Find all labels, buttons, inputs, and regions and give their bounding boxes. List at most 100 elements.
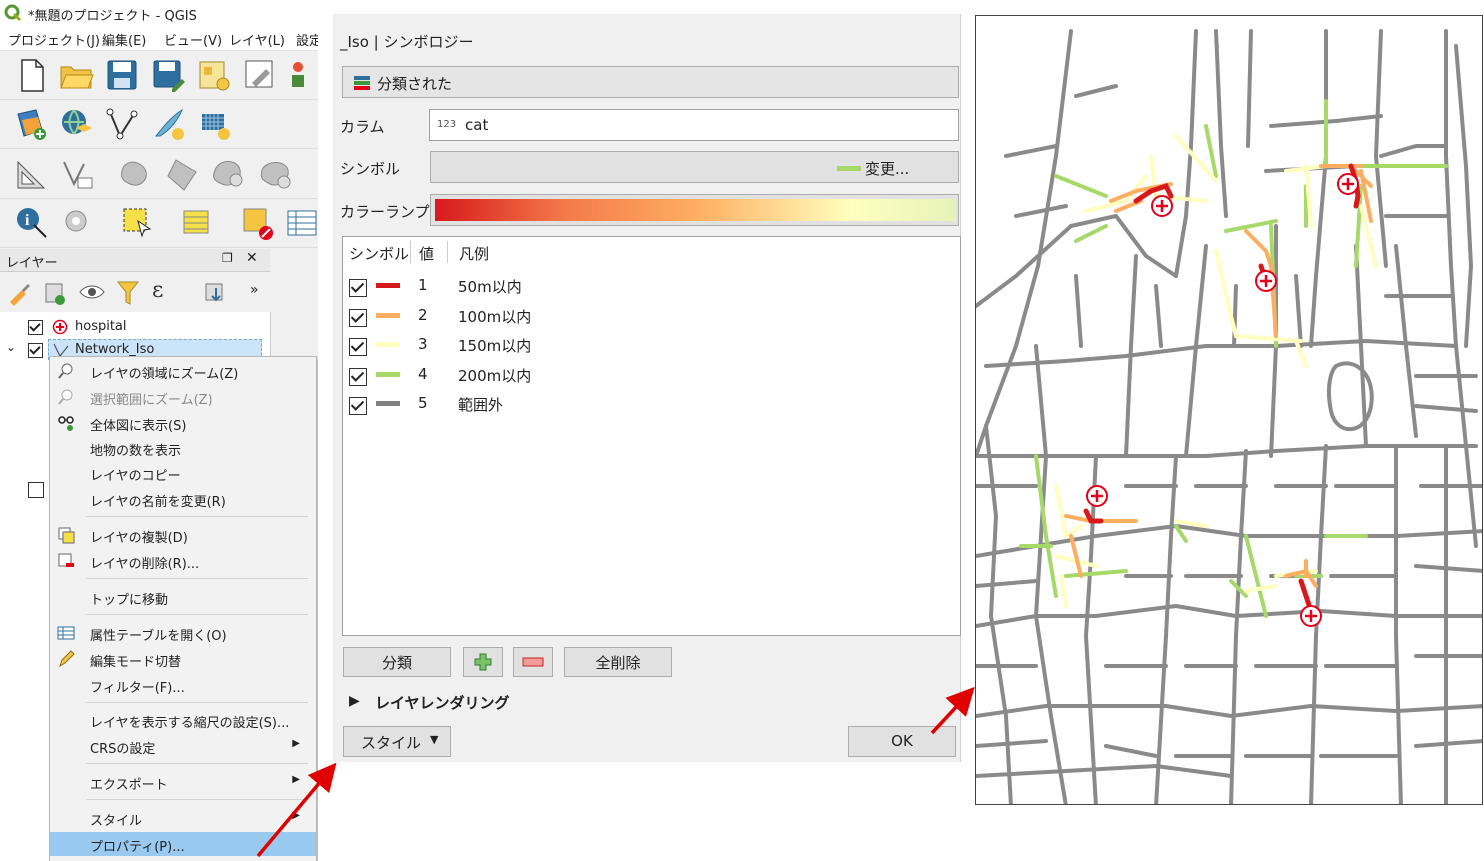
remove-class-button[interactable]: [513, 647, 553, 677]
save-project-icon[interactable]: [104, 57, 140, 93]
add-group-icon[interactable]: [42, 278, 68, 306]
menu-edit[interactable]: 編集(E): [102, 30, 146, 49]
expand-all-icon[interactable]: [202, 280, 228, 306]
style-dropdown-button[interactable]: スタイル ▼: [343, 726, 451, 757]
class-visibility-checkbox[interactable]: [349, 279, 367, 297]
more-tools-icon[interactable]: »: [250, 282, 259, 298]
add-raster-icon[interactable]: [196, 106, 232, 142]
menu-layer[interactable]: レイヤ(L): [229, 30, 285, 49]
menu-copy-layer[interactable]: レイヤのコピー: [50, 461, 316, 485]
class-row[interactable]: 1 50m以内: [343, 271, 960, 301]
layer-visibility-checkbox[interactable]: [28, 343, 43, 358]
class-value: 1: [418, 276, 428, 294]
processing-4-icon[interactable]: [258, 156, 294, 192]
expression-filter-icon[interactable]: ε: [152, 278, 163, 303]
header-value[interactable]: 値: [419, 243, 434, 264]
action-icon[interactable]: [60, 205, 96, 241]
select-icon[interactable]: [120, 205, 156, 241]
visibility-eye-icon[interactable]: [78, 280, 106, 304]
collapse-chevron-icon[interactable]: ⌄: [6, 340, 16, 354]
open-table-icon[interactable]: [284, 205, 318, 241]
open-project-icon[interactable]: [58, 57, 94, 93]
menu-zoom-to-layer[interactable]: レイヤの領域にズーム(Z): [50, 359, 316, 383]
add-wms-icon[interactable]: [58, 106, 94, 142]
class-visibility-checkbox[interactable]: [349, 397, 367, 415]
layer-visibility-checkbox[interactable]: [28, 320, 43, 335]
map-canvas[interactable]: [975, 15, 1483, 805]
color-ramp-button[interactable]: [430, 194, 959, 226]
menu-set-scale-visibility[interactable]: レイヤを表示する縮尺の設定(S)...: [50, 708, 316, 732]
measure-icon[interactable]: [14, 156, 50, 192]
menu-item-label: フィルター(F)...: [90, 681, 185, 696]
column-select[interactable]: 123 cat: [429, 109, 959, 141]
classify-button[interactable]: 分類: [343, 647, 451, 677]
submenu-arrow-icon: ▶: [292, 810, 300, 821]
hospital-marker-icon: [1086, 485, 1108, 507]
renderer-label: 分類された: [377, 75, 453, 93]
menu-remove-layer[interactable]: レイヤの削除(R)...: [50, 549, 316, 573]
renderer-dropdown[interactable]: 分類された: [342, 66, 959, 98]
menu-settings[interactable]: 設定: [296, 30, 318, 49]
window-title: *無題のプロジェクト - QGIS: [28, 9, 197, 24]
class-row[interactable]: 3 150m以内: [343, 330, 960, 360]
menu-style[interactable]: スタイル ▶: [50, 806, 316, 830]
attribute-table-icon: [57, 626, 75, 640]
menu-export[interactable]: エクスポート ▶: [50, 770, 316, 794]
class-row[interactable]: 4 200m以内: [343, 360, 960, 390]
processing-2-icon[interactable]: [166, 156, 202, 192]
class-visibility-checkbox[interactable]: [349, 309, 367, 327]
filter-icon[interactable]: [116, 280, 140, 306]
digitize-icon[interactable]: [150, 106, 186, 142]
python-icon[interactable]: [286, 57, 318, 93]
classify-label: 分類: [381, 654, 412, 672]
class-visibility-checkbox[interactable]: [349, 368, 367, 386]
symbol-change-button[interactable]: 変更...: [430, 151, 959, 183]
processing-3-icon[interactable]: [212, 156, 248, 192]
style-brush-icon[interactable]: [6, 280, 32, 306]
menu-project[interactable]: プロジェクト(J): [8, 30, 100, 49]
layer-row-hospital[interactable]: hospital: [0, 316, 270, 338]
class-visibility-checkbox[interactable]: [349, 338, 367, 356]
menu-item-label: 地物の数を表示: [90, 444, 182, 459]
menu-rename-layer[interactable]: レイヤの名前を変更(R): [50, 487, 316, 511]
menu-separator: [86, 799, 308, 800]
add-class-button[interactable]: [463, 647, 503, 677]
class-row[interactable]: 2 100m以内: [343, 301, 960, 331]
header-symbol[interactable]: シンボル: [349, 243, 409, 264]
unlabeled-checkbox[interactable]: [28, 482, 44, 498]
hospital-marker-icon: [1151, 195, 1173, 217]
style-manager-icon[interactable]: [242, 57, 278, 93]
layer-rendering-section[interactable]: ▶ レイヤレンダリング: [347, 692, 597, 714]
menu-show-feature-count[interactable]: 地物の数を表示: [50, 436, 316, 460]
processing-1-icon[interactable]: [120, 156, 156, 192]
remove-layer-icon: [58, 553, 74, 567]
menu-properties[interactable]: プロパティ(P)...: [50, 832, 316, 856]
menu-filter[interactable]: フィルター(F)...: [50, 673, 316, 697]
menu-toggle-editing[interactable]: 編集モード切替: [50, 647, 316, 671]
menu-duplicate-layer[interactable]: レイヤの複製(D): [50, 523, 316, 547]
layer-rendering-label: レイヤレンダリング: [375, 694, 510, 712]
save-as-icon[interactable]: [150, 57, 186, 93]
close-panel-icon[interactable]: ✕: [246, 250, 258, 266]
menu-separator: [86, 702, 308, 703]
vertex-tool-icon[interactable]: [60, 156, 96, 192]
delete-all-button[interactable]: 全削除: [564, 647, 672, 677]
float-panel-icon[interactable]: ❐: [222, 251, 233, 265]
add-vector-icon[interactable]: [104, 106, 140, 142]
menu-show-in-overview[interactable]: 全体図に表示(S): [50, 411, 316, 435]
menu-zoom-to-selection[interactable]: 選択範囲にズーム(Z): [50, 385, 316, 409]
ok-button[interactable]: OK: [848, 726, 956, 757]
new-project-icon[interactable]: [14, 57, 50, 93]
layout-manager-icon[interactable]: [196, 57, 232, 93]
color-ramp-preview: [435, 199, 956, 221]
attribute-table-icon[interactable]: [180, 205, 216, 241]
menu-set-crs[interactable]: CRSの設定 ▶: [50, 734, 316, 758]
menu-open-attribute-table[interactable]: 属性テーブルを開く(O): [50, 621, 316, 645]
class-row[interactable]: 5 範囲外: [343, 389, 960, 419]
menu-view[interactable]: ビュー(V): [164, 30, 222, 49]
menu-move-to-top[interactable]: トップに移動: [50, 585, 316, 609]
add-layer-icon[interactable]: [14, 106, 50, 142]
deselect-icon[interactable]: [240, 205, 276, 241]
identify-icon[interactable]: i: [14, 205, 50, 241]
header-legend[interactable]: 凡例: [459, 243, 489, 264]
